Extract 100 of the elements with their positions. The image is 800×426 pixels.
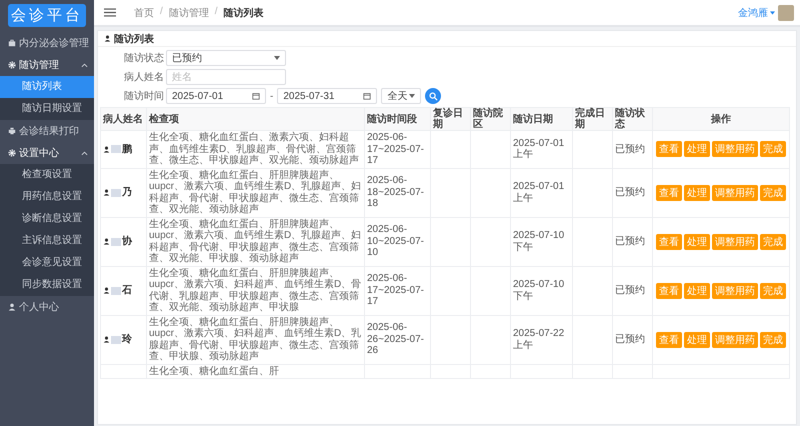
patient-name: 鹏 [122,144,132,155]
user-menu[interactable]: 金鸿雁 [738,6,768,20]
patient-name: 乃 [122,186,132,198]
action-button[interactable]: 处理 [684,141,710,158]
table-cell: 2025-07-10 下午 [513,230,564,252]
table-cell: 2025-06-17~2025-07-17 [367,273,424,308]
action-button[interactable]: 完成 [760,141,786,158]
table-cell: 2025-06-18~2025-07-18 [367,175,424,210]
table-cell: 2025-07-10 下午 [513,279,564,302]
table-cell: 生化全项、糖化血红蛋白、激素六项、妇科超声、血钙维生素D、乳腺超声、骨代谢、宫颈筛查、微生态、甲状腺超声、双光能、颈动脉超声 [146,130,364,168]
menu-item[interactable]: 随访管理 [0,54,94,76]
menu-item[interactable]: 会诊结果打印 [0,120,94,142]
action-button[interactable]: 处理 [684,234,710,250]
avatar-photo-placeholder[interactable] [778,4,794,20]
field-label: 随访时间 [124,90,162,103]
gear-icon [8,149,16,157]
caret-down-icon [409,94,416,98]
menu-item[interactable]: 个人中心 [0,296,94,318]
caret-up-icon [81,150,88,156]
patient-name: 玲 [122,334,132,346]
table-cell: 生化全项、糖化血红蛋白、肝 [146,364,364,378]
field-label: 病人姓名 [124,70,162,84]
action-button[interactable]: 调整用药 [712,234,758,250]
search-button[interactable] [425,88,442,104]
action-button[interactable]: 查看 [656,332,682,348]
card-title: 随访列表 [114,32,154,46]
action-button[interactable]: 完成 [760,332,786,348]
table-cell: 生化全项、糖化血红蛋白、肝胆脾胰超声、uupcr、激素六项、血钙维生素D、乳腺超声、妇科超声、骨代谢、甲状腺超声、微生态、宫颈筛查、双光能、甲状腺、颈动脉超声 [146,217,364,266]
patient-name: 协 [122,236,132,248]
table-cell: 生化全项、糖化血红蛋白、肝胆脾胰超声、uupcr、激素六项、妇科超声、血钙维生素D、乳腺超声、骨代谢、甲状腺超声、微生态、宫颈筛查、甲状腺、颈动脉超声 [146,315,364,364]
calendar-icon [252,92,260,100]
action-button[interactable]: 处理 [684,282,710,298]
action-button[interactable]: 查看 [656,141,682,158]
breadcrumb-separator: / [160,6,163,18]
calendar-icon [363,92,372,100]
time-range-dropdown[interactable]: 全天 [381,88,422,104]
menu-item[interactable]: 内分泌会诊管理 [0,32,94,54]
name-input-field[interactable]: 姓名 [166,69,286,85]
breadcrumb[interactable]: 首页 [134,6,154,20]
action-button[interactable]: 调整用药 [712,184,758,200]
person-icon [104,35,111,42]
table-cell: 2025-06-10~2025-07-10 [367,224,424,258]
table-cell: 已预约 [615,334,645,345]
menu-item[interactable]: 设置中心 [0,142,94,164]
caret-down-icon [274,56,280,60]
person-icon [103,189,110,196]
action-button[interactable]: 调整用药 [712,282,758,298]
submenu-item[interactable]: 用药信息设置 [0,186,94,208]
action-button[interactable]: 调整用药 [712,141,758,158]
action-button[interactable]: 查看 [656,282,682,298]
end-date-field[interactable]: 2025-07-31 [277,88,378,104]
range-separator: - [270,90,274,102]
briefcase-icon [8,39,16,47]
column-header: 随访院区 [470,108,510,130]
column-header: 随访日期 [510,108,572,130]
submenu-item[interactable]: 随访列表 [0,76,94,98]
submenu-item[interactable]: 同步数据设置 [0,274,94,296]
action-button[interactable]: 完成 [760,184,786,200]
field-label: 随访状态 [124,52,162,65]
submenu-item[interactable]: 随访日期设置 [0,98,94,120]
submenu-item[interactable]: 主诉信息设置 [0,230,94,252]
menu-icon[interactable] [104,8,116,17]
redacted-block [111,145,121,154]
redacted-block [111,336,121,344]
action-button[interactable]: 查看 [656,184,682,200]
caret-down-icon [770,10,775,14]
action-button[interactable]: 查看 [656,234,682,250]
table-cell: 2025-06-26~2025-07-26 [367,322,424,356]
breadcrumb[interactable]: 随访管理 [168,6,209,20]
action-button[interactable]: 处理 [684,332,710,348]
column-header: 完成日期 [572,108,612,130]
table-cell: 已预约 [615,144,645,154]
action-button[interactable]: 完成 [760,234,786,250]
redacted-block [111,286,121,294]
submenu-item[interactable]: 诊断信息设置 [0,208,94,230]
submenu-item[interactable]: 检查项设置 [0,164,94,186]
table-cell: 2025-06-17~2025-07-17 [367,132,424,166]
table-cell: 已预约 [615,236,645,247]
redacted-block [111,238,121,246]
start-date-field[interactable]: 2025-07-01 [166,88,266,104]
column-header: 随访时间段 [364,108,430,130]
printer-icon [8,127,16,135]
action-button[interactable]: 完成 [760,282,786,298]
table-cell: 2025-07-01 上午 [513,181,564,204]
status-dropdown[interactable]: 已预约 [166,50,286,66]
column-header: 随访状态 [612,108,652,130]
redacted-block [111,188,121,196]
submenu-item[interactable]: 会诊意见设置 [0,252,94,274]
action-button[interactable]: 调整用药 [712,332,758,348]
caret-up-icon [81,62,88,68]
table-cell: 已预约 [615,284,645,296]
patient-name: 石 [122,284,132,296]
action-button[interactable]: 处理 [684,184,710,200]
table-cell: 2025-07-22 上午 [513,328,564,350]
table-cell: 生化全项、糖化血红蛋白、肝胆脾胰超声、uupcr、激素六项、妇科超声、血钙维生素D、骨代谢、乳腺超声、甲状腺超声、微生态、宫颈筛查、双光能、颈动脉超声、甲状腺 [146,266,364,315]
breadcrumb: 随访列表 [224,6,264,20]
table-cell: 已预约 [615,186,645,198]
table-cell: 生化全项、糖化血红蛋白、肝胆脾胰超声、uupcr、激素六项、血钙维生素D、乳腺超声、妇科超声、骨代谢、甲状腺超声、微生态、宫颈筛查、双光能、颈动脉超声 [146,168,364,217]
gear-icon [8,61,16,69]
person-icon [103,336,110,343]
